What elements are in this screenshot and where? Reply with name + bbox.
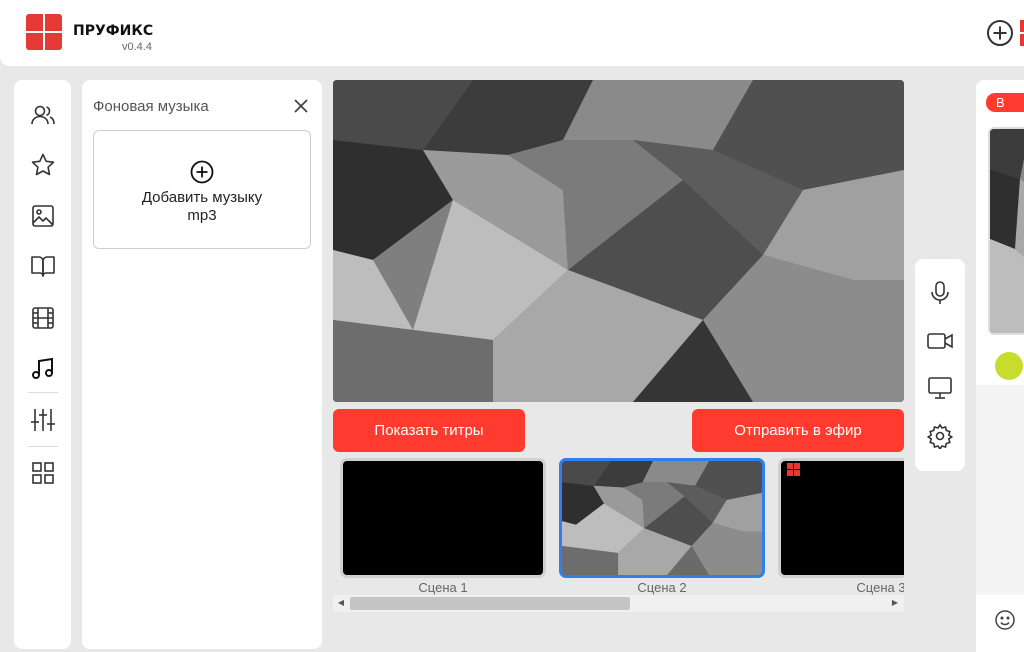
app-logo	[26, 14, 62, 50]
main-preview	[333, 80, 904, 402]
scene-label: Сцена 2	[637, 580, 687, 595]
top-bar: ПРУФИКС v0.4.4	[0, 0, 1024, 66]
show-titles-button[interactable]: Показать титры	[333, 409, 525, 452]
monitor-icon[interactable]	[926, 374, 954, 402]
scene-label: Сцена 1	[418, 580, 468, 595]
brand-logo-icon	[787, 463, 800, 476]
microphone-icon[interactable]	[926, 279, 954, 307]
send-to-air-button[interactable]: Отправить в эфир	[692, 409, 904, 452]
divider	[28, 446, 58, 447]
broadcast-panel: В эфире	[976, 80, 1024, 652]
add-music-button[interactable]: Добавить музыку mp3	[93, 130, 311, 249]
star-icon[interactable]	[27, 149, 59, 181]
sidebar	[14, 80, 71, 649]
scenes-scrollbar[interactable]: ◀ ▶	[333, 595, 904, 612]
scene-thumbnail	[559, 458, 765, 578]
plus-circle-icon[interactable]	[986, 19, 1014, 47]
scrollbar-thumb[interactable]	[350, 597, 630, 610]
scene-card[interactable]: Сцена 2	[559, 458, 765, 598]
status-indicator	[995, 352, 1023, 380]
users-icon[interactable]	[27, 99, 59, 131]
close-icon[interactable]	[292, 97, 310, 115]
app-version: v0.4.4	[122, 41, 152, 53]
scenes-strip: Сцена 1 Сцена 2 Сцена 3	[333, 456, 904, 612]
app-name: ПРУФИКС	[73, 23, 154, 39]
live-preview	[988, 127, 1024, 335]
scene-card[interactable]: Сцена 1	[340, 458, 546, 598]
film-icon[interactable]	[27, 302, 59, 334]
music-note-icon[interactable]	[27, 353, 59, 385]
scene-card[interactable]: Сцена 3	[778, 458, 904, 598]
scroll-right-icon[interactable]: ▶	[890, 598, 900, 608]
background-music-panel: Фоновая музыка Добавить музыку mp3	[82, 80, 322, 649]
scene-thumbnail	[778, 458, 904, 578]
plus-circle-icon	[190, 160, 214, 184]
camera-icon[interactable]	[926, 327, 954, 355]
scene-label: Сцена 3	[856, 580, 904, 595]
grid-icon[interactable]	[27, 457, 59, 489]
book-icon[interactable]	[27, 250, 59, 282]
image-icon[interactable]	[27, 200, 59, 232]
divider	[28, 392, 58, 393]
live-badge: В эфире	[986, 93, 1024, 129]
add-music-label: Добавить музыку	[141, 189, 263, 206]
gear-icon[interactable]	[926, 422, 954, 450]
add-music-format: mp3	[187, 207, 217, 224]
brand-mark-partial	[1020, 20, 1024, 46]
panel-title: Фоновая музыка	[93, 98, 209, 115]
smiley-icon[interactable]	[994, 609, 1016, 631]
scene-thumbnail	[340, 458, 546, 578]
media-toolbar	[915, 259, 965, 471]
scroll-left-icon[interactable]: ◀	[336, 598, 346, 608]
sliders-icon[interactable]	[27, 404, 59, 436]
chat-area	[976, 385, 1024, 595]
